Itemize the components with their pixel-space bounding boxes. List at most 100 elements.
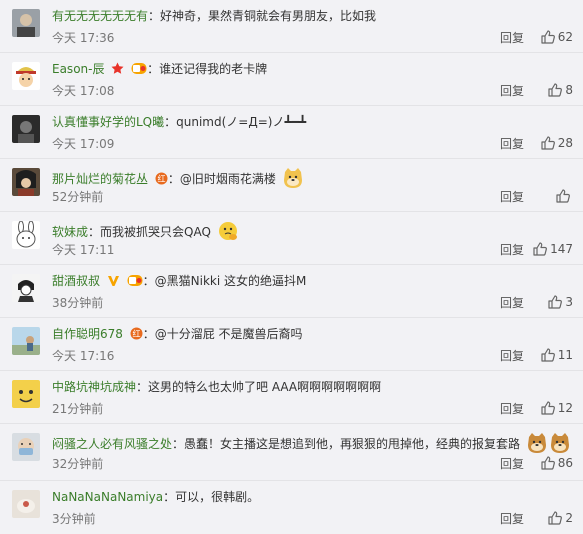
thumbs-up-icon xyxy=(547,82,563,98)
avatar[interactable] xyxy=(12,168,40,196)
comment-time: 今天 17:36 xyxy=(52,31,115,45)
reply-button[interactable]: 回复 xyxy=(500,402,524,416)
like-count: 147 xyxy=(550,242,573,256)
like-button[interactable]: 3 xyxy=(547,294,573,310)
like-count: 62 xyxy=(557,30,573,44)
comment-text: ：可以，很韩剧。 xyxy=(163,490,260,504)
comment-text: ：@黑猫Nikki 这女的绝逼抖M xyxy=(142,274,307,288)
red-badge-icon: 红 xyxy=(130,327,143,344)
star-badge-icon xyxy=(111,62,124,79)
thumbs-up-icon xyxy=(540,29,556,45)
like-count: 11 xyxy=(557,348,573,362)
like-count: 8 xyxy=(565,83,573,97)
reply-button[interactable]: 回复 xyxy=(500,31,524,45)
red-badge-char: 红 xyxy=(132,329,140,339)
thumbs-up-icon xyxy=(540,400,556,416)
avatar[interactable] xyxy=(12,327,40,355)
thinking-emoji-icon xyxy=(217,220,239,246)
comment-line: 中路坑神坑成神：这男的特么也太帅了吧 AAA啊啊啊啊啊啊啊 xyxy=(52,379,381,395)
comment-time: 今天 17:08 xyxy=(52,84,115,98)
like-button[interactable]: 2 xyxy=(547,510,573,526)
like-button[interactable]: 86 xyxy=(540,455,573,471)
verified-v-icon xyxy=(107,274,120,291)
comment-time: 今天 17:16 xyxy=(52,349,115,363)
comment-line: 认真懂事好学的LQ曦：qunimd(ノ=Д=)ノ┻━┻ xyxy=(52,114,306,130)
username-link[interactable]: 自作聪明678 xyxy=(52,327,123,341)
comment-time: 今天 17:11 xyxy=(52,243,115,257)
avatar[interactable] xyxy=(12,433,40,461)
comment-text: ：谁还记得我的老卡牌 xyxy=(147,62,268,76)
reply-button[interactable]: 回复 xyxy=(500,512,524,526)
reply-button[interactable]: 回复 xyxy=(500,190,524,204)
comment-time: 52分钟前 xyxy=(52,190,104,204)
reply-button[interactable]: 回复 xyxy=(500,84,524,98)
username-link[interactable]: Eason-辰 xyxy=(52,62,104,76)
comment-time: 32分钟前 xyxy=(52,457,104,471)
thumbs-up-icon xyxy=(540,135,556,151)
comment-text: ：好神奇，果然青铜就会有男朋友，比如我 xyxy=(148,9,377,23)
comment-item: 中路坑神坑成神：这男的特么也太帅了吧 AAA啊啊啊啊啊啊啊 21分钟前 回复 1… xyxy=(0,371,583,424)
like-button[interactable]: 11 xyxy=(540,347,573,363)
username-link[interactable]: 有无无无无无无有 xyxy=(52,9,148,23)
username-link[interactable]: NaNaNaNaNamiya xyxy=(52,490,163,504)
comment-item: NaNaNaNaNamiya：可以，很韩剧。 3分钟前 回复 2 xyxy=(0,481,583,534)
like-count: 12 xyxy=(557,401,573,415)
comment-time: 今天 17:09 xyxy=(52,137,115,151)
doge-emoji-icon xyxy=(282,167,304,193)
avatar[interactable] xyxy=(12,9,40,37)
like-button[interactable]: 62 xyxy=(540,29,573,45)
avatar[interactable] xyxy=(12,490,40,518)
comment-time: 21分钟前 xyxy=(52,402,104,416)
comment-item: 闷骚之人必有风骚之处：愚蠢！女主播这是想追到他，再狠狠的甩掉他，经典的报复套路 … xyxy=(0,424,583,481)
comment-text: ：而我被抓哭只会QAQ xyxy=(88,225,211,239)
comment-line: NaNaNaNaNamiya：可以，很韩剧。 xyxy=(52,489,259,505)
comment-item: Eason-辰 ：谁还记得我的老卡牌 今天 17:08 回复 8 xyxy=(0,53,583,106)
thumbs-up-icon xyxy=(540,455,556,471)
vip-badge-icon xyxy=(127,274,143,291)
like-count: 28 xyxy=(557,136,573,150)
username-link[interactable]: 认真懂事好学的LQ曦 xyxy=(52,115,164,129)
comment-item: 自作聪明678 红：@十分溜屁 不是魔兽后裔吗 今天 17:16 回复 11 xyxy=(0,318,583,371)
comment-item: 有无无无无无无有：好神奇，果然青铜就会有男朋友，比如我 今天 17:36 回复 … xyxy=(0,0,583,53)
comment-item: 那片灿烂的菊花丛 红：@旧时烟雨花满楼 52分钟前 回复 xyxy=(0,159,583,212)
comment-time: 3分钟前 xyxy=(52,512,96,526)
reply-button[interactable]: 回复 xyxy=(500,243,524,257)
comment-item: 认真懂事好学的LQ曦：qunimd(ノ=Д=)ノ┻━┻ 今天 17:09 回复 … xyxy=(0,106,583,159)
comment-text: ：@旧时烟雨花满楼 xyxy=(167,172,276,186)
like-count: 3 xyxy=(565,295,573,309)
like-button[interactable] xyxy=(555,188,573,204)
like-button[interactable]: 8 xyxy=(547,82,573,98)
vip-badge-icon xyxy=(131,62,147,79)
avatar[interactable] xyxy=(12,115,40,143)
comment-item: 甜酒叔叔 ：@黑猫Nikki 这女的绝逼抖M 38分钟前 回复 3 xyxy=(0,265,583,318)
username-link[interactable]: 闷骚之人必有风骚之处 xyxy=(52,437,172,451)
comment-line: 甜酒叔叔 ：@黑猫Nikki 这女的绝逼抖M xyxy=(52,273,306,291)
thumbs-up-icon xyxy=(555,188,571,204)
comment-line: 自作聪明678 红：@十分溜屁 不是魔兽后裔吗 xyxy=(52,326,303,344)
username-link[interactable]: 软妹成 xyxy=(52,225,88,239)
red-badge-char: 红 xyxy=(157,174,165,184)
username-link[interactable]: 中路坑神坑成神 xyxy=(52,380,136,394)
avatar[interactable] xyxy=(12,274,40,302)
username-link[interactable]: 甜酒叔叔 xyxy=(52,274,100,288)
comment-line: 有无无无无无无有：好神奇，果然青铜就会有男朋友，比如我 xyxy=(52,8,376,24)
reply-button[interactable]: 回复 xyxy=(500,137,524,151)
comment-line: 闷骚之人必有风骚之处：愚蠢！女主播这是想追到他，再狠狠的甩掉他，经典的报复套路 xyxy=(52,432,571,458)
reply-button[interactable]: 回复 xyxy=(500,296,524,310)
avatar[interactable] xyxy=(12,380,40,408)
reply-button[interactable]: 回复 xyxy=(500,349,524,363)
reply-button[interactable]: 回复 xyxy=(500,457,524,471)
like-count: 2 xyxy=(565,511,573,525)
comment-time: 38分钟前 xyxy=(52,296,104,310)
comment-item: 软妹成：而我被抓哭只会QAQ 今天 17:11 回复 147 xyxy=(0,212,583,265)
comment-text: ：这男的特么也太帅了吧 AAA啊啊啊啊啊啊啊 xyxy=(136,380,382,394)
like-button[interactable]: 147 xyxy=(532,241,573,257)
comment-text: ：qunimd(ノ=Д=)ノ┻━┻ xyxy=(164,115,307,129)
avatar[interactable] xyxy=(12,62,40,90)
avatar[interactable] xyxy=(12,221,40,249)
thumbs-up-icon xyxy=(540,347,556,363)
like-button[interactable]: 12 xyxy=(540,400,573,416)
thumbs-up-icon xyxy=(532,241,548,257)
like-button[interactable]: 28 xyxy=(540,135,573,151)
username-link[interactable]: 那片灿烂的菊花丛 xyxy=(52,172,148,186)
